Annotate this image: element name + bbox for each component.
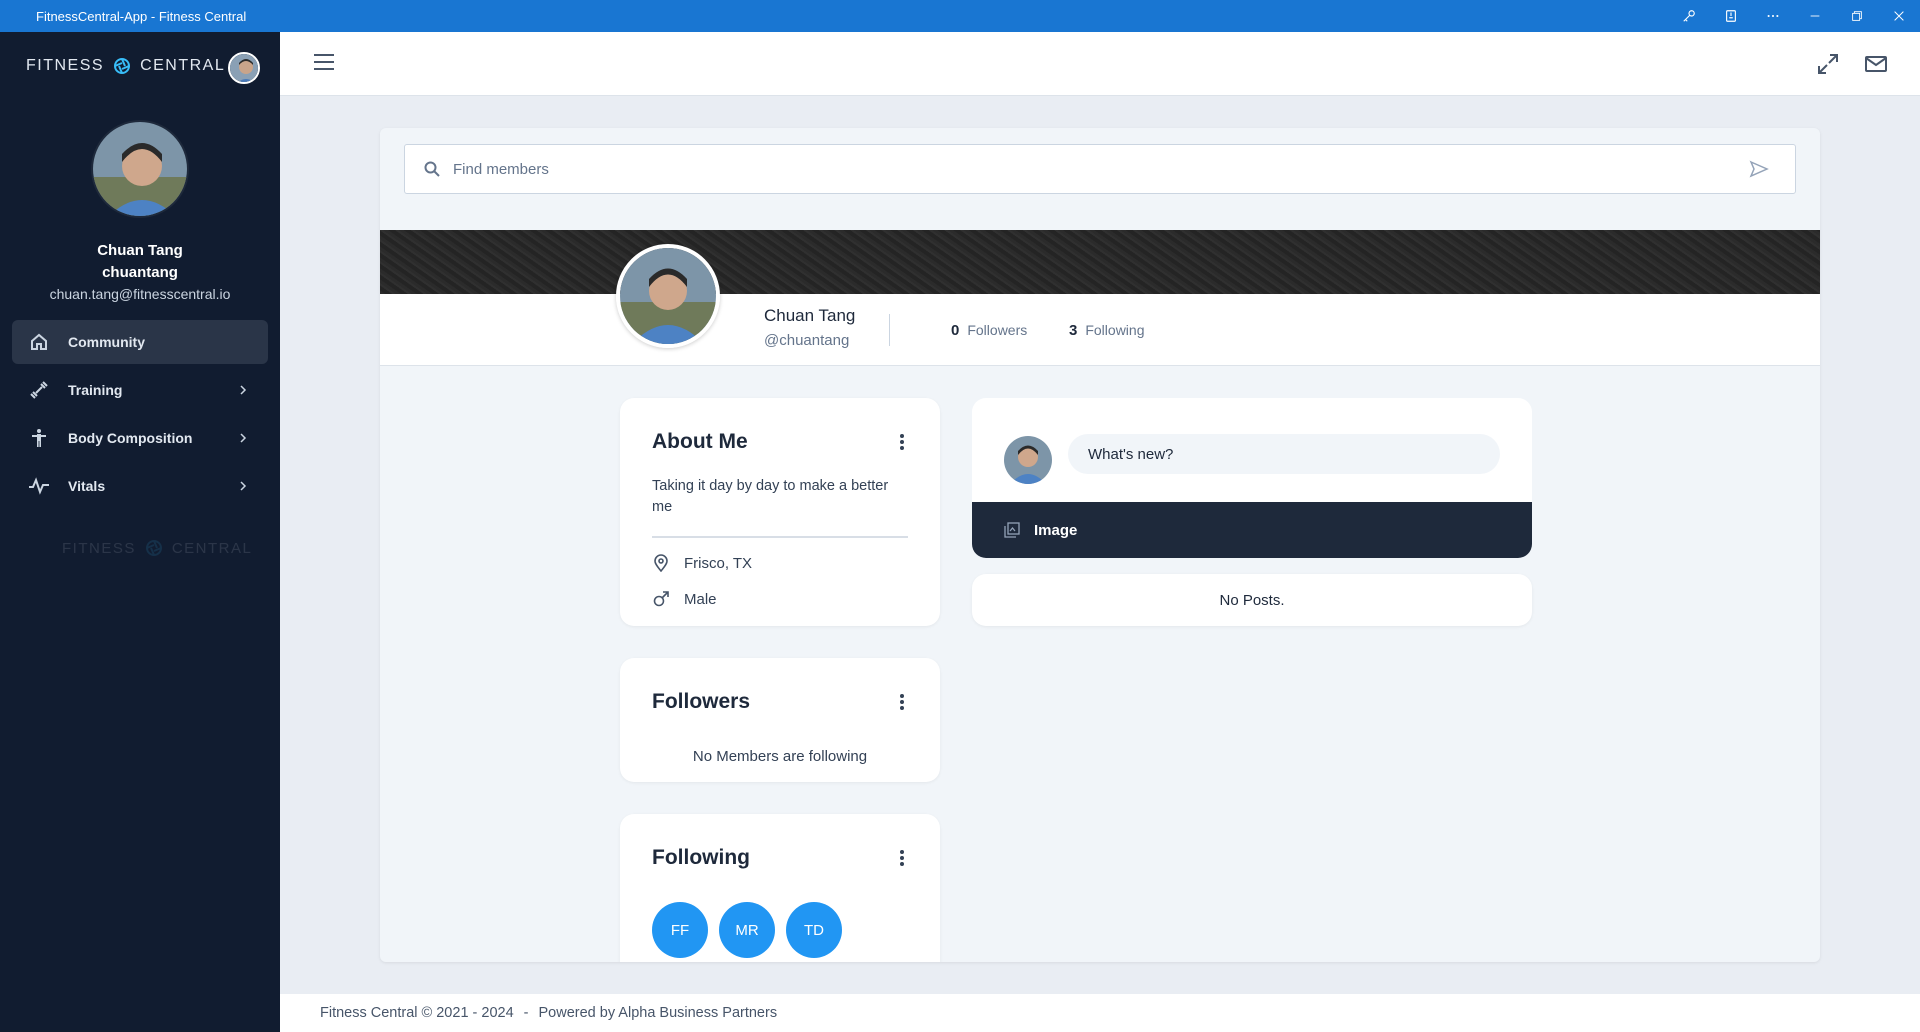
user-email: chuan.tang@fitnesscentral.io <box>49 286 231 302</box>
profile-avatar[interactable] <box>616 244 720 348</box>
followers-title: Followers <box>652 690 751 713</box>
window-title: FitnessCentral-App - Fitness Central <box>36 8 247 24</box>
fullscreen-icon[interactable] <box>1816 52 1840 76</box>
more-vert-icon[interactable] <box>900 434 904 450</box>
more-vert-icon[interactable] <box>900 850 904 866</box>
location-text: Frisco, TX <box>684 554 753 572</box>
mail-icon[interactable] <box>1864 52 1888 76</box>
gender-row: Male <box>652 590 717 608</box>
more-icon[interactable] <box>1752 0 1794 32</box>
brand-watermark: FITNESS CENTRAL <box>62 538 252 558</box>
sidebar: FITNESS CENTRAL Chuan Tang chuantang chu… <box>0 32 280 1032</box>
brand-text-right: CENTRAL <box>140 57 226 74</box>
sidebar-item-training[interactable]: Training <box>12 368 268 412</box>
cover-banner <box>380 230 1820 294</box>
menu-toggle-icon[interactable] <box>314 54 334 72</box>
profile-name: Chuan Tang <box>764 306 856 325</box>
chevron-right-icon <box>240 433 247 443</box>
footer-separator: - <box>523 1005 529 1021</box>
sidebar-item-vitals[interactable]: Vitals <box>12 464 268 508</box>
search-icon <box>424 161 440 177</box>
image-label: Image <box>1034 521 1078 539</box>
watermark-text-left: FITNESS <box>62 539 136 557</box>
followers-stat[interactable]: 0 Followers <box>951 322 1027 339</box>
male-icon <box>653 591 669 607</box>
chevron-right-icon <box>240 481 247 491</box>
following-label: Following <box>1085 322 1145 338</box>
search-input[interactable] <box>453 160 1749 178</box>
pulse-icon <box>28 475 50 497</box>
following-member-avatar[interactable]: MR <box>719 902 775 958</box>
sidebar-item-label: Training <box>68 382 123 398</box>
sidebar-item-label: Body Composition <box>68 430 193 446</box>
header-avatar[interactable] <box>228 52 260 84</box>
chevron-right-icon <box>240 385 247 395</box>
user-full-name: Chuan Tang <box>97 242 183 259</box>
following-panel: Following FF MR TD <box>620 814 940 962</box>
add-image-button[interactable]: Image <box>972 502 1532 558</box>
following-title: Following <box>652 846 750 869</box>
composer-avatar <box>1004 436 1052 484</box>
home-icon <box>28 331 50 353</box>
member-search <box>404 144 1796 194</box>
restore-icon[interactable] <box>1836 0 1878 32</box>
profile-handle: @chuantang <box>764 332 850 349</box>
following-count: 3 <box>1069 322 1078 339</box>
dumbbell-icon <box>28 379 50 401</box>
sidebar-item-body-composition[interactable]: Body Composition <box>12 416 268 460</box>
gender-text: Male <box>684 590 717 608</box>
following-member-avatar[interactable]: FF <box>652 902 708 958</box>
footer: Fitness Central © 2021 - 2024 - Powered … <box>280 994 1920 1032</box>
user-username: chuantang <box>102 264 178 281</box>
following-stat[interactable]: 3 Following <box>1069 322 1144 339</box>
followers-label: Followers <box>967 322 1028 338</box>
aperture-logo-icon <box>145 540 162 556</box>
window-titlebar: FitnessCentral-App - Fitness Central <box>0 0 1920 32</box>
sidebar-item-label: Vitals <box>68 478 106 494</box>
profile-card: Chuan Tang @chuantang 0 Followers 3 Follow… <box>380 128 1820 962</box>
sidebar-item-label: Community <box>68 334 145 350</box>
more-vert-icon[interactable] <box>900 694 904 710</box>
sidebar-item-community[interactable]: Community <box>12 320 268 364</box>
footer-powered-by[interactable]: Powered by Alpha Business Partners <box>539 1005 778 1021</box>
top-header <box>280 32 1920 96</box>
brand-logo[interactable]: FITNESS CENTRAL <box>26 56 225 76</box>
minimize-icon[interactable] <box>1794 0 1836 32</box>
body-icon <box>28 427 50 449</box>
cast-icon[interactable] <box>1710 0 1752 32</box>
footer-copyright: Fitness Central © 2021 - 2024 <box>320 1005 514 1021</box>
profile-photo[interactable] <box>91 120 189 218</box>
aperture-logo-icon <box>114 58 131 74</box>
divider <box>652 536 908 538</box>
about-me-panel: About Me Taking it day by day to make a … <box>620 398 940 626</box>
followers-empty-message: No Members are following <box>692 748 868 765</box>
followers-count: 0 <box>951 322 960 339</box>
profile-divider <box>889 314 890 346</box>
key-icon[interactable] <box>1668 0 1710 32</box>
close-icon[interactable] <box>1878 0 1920 32</box>
watermark-text-right: CENTRAL <box>171 539 253 557</box>
brand-text-left: FITNESS <box>26 57 105 74</box>
send-icon[interactable] <box>1749 159 1769 179</box>
about-me-title: About Me <box>652 430 748 453</box>
post-composer: What's new? Image <box>972 398 1532 558</box>
image-icon <box>1004 522 1020 538</box>
no-posts-message: No Posts. <box>972 574 1532 626</box>
whats-new-input[interactable]: What's new? <box>1068 434 1500 474</box>
following-member-avatar[interactable]: TD <box>786 902 842 958</box>
followers-panel: Followers No Members are following <box>620 658 940 782</box>
location-row: Frisco, TX <box>652 554 752 572</box>
location-pin-icon <box>654 554 668 572</box>
about-bio: Taking it day by day to make a better me <box>652 478 889 515</box>
